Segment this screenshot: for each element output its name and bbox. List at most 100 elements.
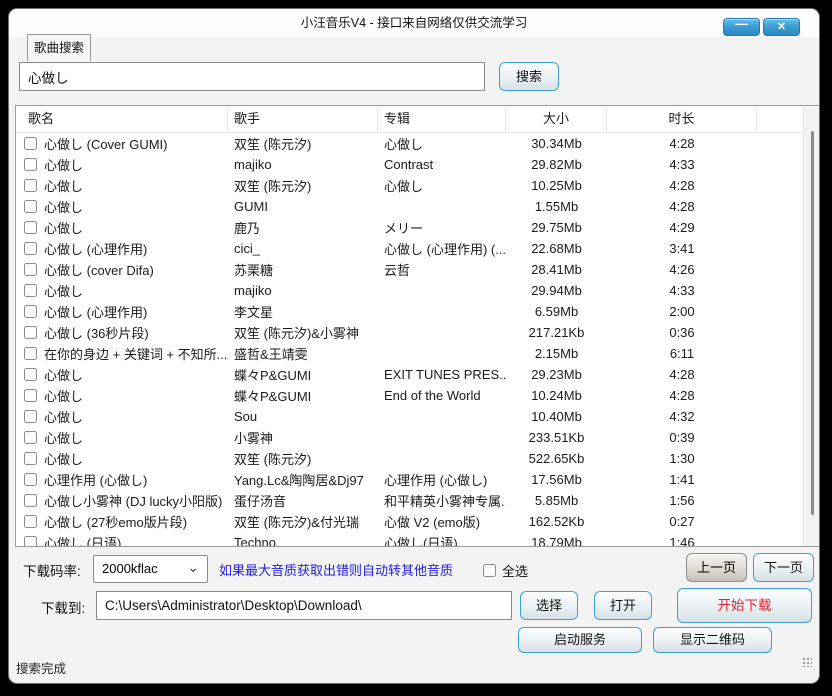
- row-checkbox[interactable]: [24, 200, 37, 213]
- song-artist: 双笙 (陈元汐): [228, 176, 378, 195]
- column-header-album[interactable]: 专辑: [378, 106, 506, 132]
- row-checkbox[interactable]: [24, 347, 37, 360]
- table-row[interactable]: 心做し 鹿乃 メリー 29.75Mb 4:29: [16, 217, 805, 238]
- download-path-input[interactable]: [96, 591, 512, 620]
- row-checkbox[interactable]: [24, 536, 37, 547]
- row-checkbox[interactable]: [24, 410, 37, 423]
- song-duration: 4:26: [607, 262, 757, 277]
- next-page-button[interactable]: 下一页: [753, 553, 814, 582]
- row-checkbox[interactable]: [24, 179, 37, 192]
- table-row[interactable]: 心做し (27秒emo版片段) 双笙 (陈元汐)&付光瑞 心做 V2 (emo版…: [16, 511, 805, 532]
- scrollbar-thumb[interactable]: [811, 131, 814, 515]
- song-artist: 盛哲&王靖雯: [228, 344, 378, 363]
- quality-hint-text: 如果最大音质获取出错则自动转其他音质: [219, 560, 453, 579]
- row-checkbox[interactable]: [24, 221, 37, 234]
- song-size: 30.34Mb: [506, 136, 607, 151]
- select-all-group: 全选: [483, 561, 528, 580]
- song-duration: 4:32: [607, 409, 757, 424]
- column-header-duration[interactable]: 时长: [607, 106, 757, 132]
- select-all-checkbox[interactable]: [483, 564, 496, 577]
- table-row[interactable]: 心做し 双笙 (陈元汐) 522.65Kb 1:30: [16, 448, 805, 469]
- song-name: 心做し (36秒片段): [44, 323, 149, 342]
- table-row[interactable]: 心做し (日语) Techno 心做し(日语) 18.79Mb 1:46: [16, 532, 805, 547]
- song-name: 心做し: [44, 449, 83, 468]
- table-row[interactable]: 心做し (36秒片段) 双笙 (陈元汐)&小雾神 217.21Kb 0:36: [16, 322, 805, 343]
- song-name: 心做し (cover Difa): [44, 260, 154, 279]
- table-row[interactable]: 心做し (心理作用) 李文星 6.59Mb 2:00: [16, 301, 805, 322]
- column-header-name[interactable]: 歌名: [16, 106, 228, 132]
- song-album: End of the World: [378, 388, 506, 403]
- song-artist: 蝶々P&GUMI: [228, 386, 378, 405]
- song-artist: 双笙 (陈元汐)&小雾神: [228, 323, 378, 342]
- column-header-size[interactable]: 大小: [506, 106, 607, 132]
- table-row[interactable]: 心做し 小雾神 233.51Kb 0:39: [16, 427, 805, 448]
- song-size: 29.94Mb: [506, 283, 607, 298]
- song-artist: 双笙 (陈元汐): [228, 134, 378, 153]
- row-checkbox[interactable]: [24, 137, 37, 150]
- row-checkbox[interactable]: [24, 389, 37, 402]
- choose-folder-button[interactable]: 选择: [520, 591, 578, 620]
- table-row[interactable]: 心做し (心理作用) cici_ 心做し (心理作用) (... 22.68Mb…: [16, 238, 805, 259]
- song-size: 10.24Mb: [506, 388, 607, 403]
- table-row[interactable]: 心做し 蝶々P&GUMI EXIT TUNES PRES... 29.23Mb …: [16, 364, 805, 385]
- row-checkbox[interactable]: [24, 368, 37, 381]
- vertical-scrollbar[interactable]: [803, 107, 819, 547]
- song-name: 在你的身边 + 关键词 + 不知所...: [44, 344, 227, 363]
- song-artist: 蝶々P&GUMI: [228, 365, 378, 384]
- song-artist: 双笙 (陈元汐)&付光瑞: [228, 512, 378, 531]
- song-size: 5.85Mb: [506, 493, 607, 508]
- table-row[interactable]: 心做し Sou 10.40Mb 4:32: [16, 406, 805, 427]
- minimize-button[interactable]: —: [723, 18, 760, 36]
- row-checkbox[interactable]: [24, 515, 37, 528]
- song-size: 10.25Mb: [506, 178, 607, 193]
- status-text: 搜索完成: [16, 658, 66, 677]
- song-size: 29.23Mb: [506, 367, 607, 382]
- table-row[interactable]: 心做し 蝶々P&GUMI End of the World 10.24Mb 4:…: [16, 385, 805, 406]
- table-row[interactable]: 心做し小雾神 (DJ lucky小阳版) 蛋仔汤音 和平精英小雾神专属... 5…: [16, 490, 805, 511]
- tab-song-search[interactable]: 歌曲搜索: [27, 34, 91, 61]
- table-row[interactable]: 心做し (Cover GUMI) 双笙 (陈元汐) 心做し 30.34Mb 4:…: [16, 133, 805, 154]
- table-row[interactable]: 心做し 双笙 (陈元汐) 心做し 10.25Mb 4:28: [16, 175, 805, 196]
- start-download-button[interactable]: 开始下载: [677, 588, 812, 623]
- song-duration: 0:27: [607, 514, 757, 529]
- row-checkbox[interactable]: [24, 158, 37, 171]
- bitrate-value: 2000kflac: [102, 561, 158, 576]
- search-input[interactable]: [19, 62, 485, 91]
- table-row[interactable]: 心做し majiko 29.94Mb 4:33: [16, 280, 805, 301]
- song-artist: GUMI: [228, 199, 378, 214]
- table-row[interactable]: 在你的身边 + 关键词 + 不知所... 盛哲&王靖雯 2.15Mb 6:11: [16, 343, 805, 364]
- song-size: 2.15Mb: [506, 346, 607, 361]
- column-header-artist[interactable]: 歌手: [228, 106, 378, 132]
- resize-grip-icon[interactable]: [801, 656, 812, 667]
- song-album: 云哲: [378, 260, 506, 279]
- show-qr-button[interactable]: 显示二维码: [653, 627, 772, 653]
- song-size: 22.68Mb: [506, 241, 607, 256]
- table-row[interactable]: 心做し GUMI 1.55Mb 4:28: [16, 196, 805, 217]
- close-button[interactable]: ✕: [763, 18, 800, 36]
- table-row[interactable]: 心做し majiko Contrast 29.82Mb 4:33: [16, 154, 805, 175]
- row-checkbox[interactable]: [24, 452, 37, 465]
- table-row[interactable]: 心理作用 (心做し) Yang.Lc&陶陶居&Dj97 心理作用 (心做し) 1…: [16, 469, 805, 490]
- open-folder-button[interactable]: 打开: [594, 591, 652, 620]
- song-name: 心做し: [44, 365, 83, 384]
- row-checkbox[interactable]: [24, 494, 37, 507]
- start-service-button[interactable]: 启动服务: [518, 627, 642, 653]
- row-checkbox[interactable]: [24, 263, 37, 276]
- song-name: 心做し (心理作用): [44, 239, 147, 258]
- song-duration: 4:33: [607, 157, 757, 172]
- song-size: 233.51Kb: [506, 430, 607, 445]
- song-artist: 李文星: [228, 302, 378, 321]
- song-name: 心做し (Cover GUMI): [44, 134, 168, 153]
- row-checkbox[interactable]: [24, 284, 37, 297]
- bitrate-dropdown[interactable]: 2000kflac ⌄: [93, 555, 208, 583]
- row-checkbox[interactable]: [24, 242, 37, 255]
- row-checkbox[interactable]: [24, 431, 37, 444]
- song-duration: 4:28: [607, 367, 757, 382]
- table-row[interactable]: 心做し (cover Difa) 苏栗糖 云哲 28.41Mb 4:26: [16, 259, 805, 280]
- song-name: 心做し小雾神 (DJ lucky小阳版): [44, 491, 222, 510]
- search-button[interactable]: 搜索: [499, 62, 559, 91]
- row-checkbox[interactable]: [24, 326, 37, 339]
- prev-page-button[interactable]: 上一页: [686, 553, 747, 582]
- row-checkbox[interactable]: [24, 473, 37, 486]
- row-checkbox[interactable]: [24, 305, 37, 318]
